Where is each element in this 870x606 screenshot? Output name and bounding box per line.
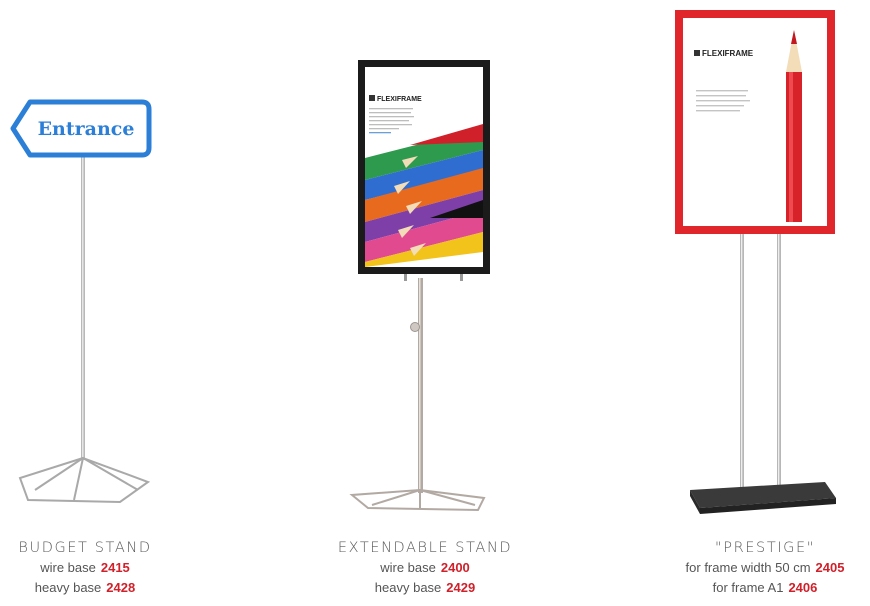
extendable-stand-caption: EXTENDABLE STAND wire base 2400 heavy bas… bbox=[310, 538, 540, 598]
sign-text: Entrance bbox=[38, 118, 135, 140]
brand-logo: FLEXIFRAME bbox=[702, 49, 754, 58]
option-line: heavy base 2428 bbox=[0, 578, 170, 598]
poster-frame: FLEXIFRAME bbox=[358, 60, 490, 274]
option-line: heavy base 2429 bbox=[310, 578, 540, 598]
budget-stand-image: Entrance bbox=[10, 99, 152, 504]
product-title: BUDGET STAND bbox=[18, 540, 152, 556]
option-line: wire base 2400 bbox=[310, 558, 540, 578]
entrance-sign: Entrance bbox=[10, 99, 152, 158]
product-prestige-stand: FLEXIFRAME "PRESTIGE" for frame width 50… bbox=[660, 0, 870, 606]
option-label: for frame width 50 cm bbox=[685, 560, 811, 575]
product-code: 2429 bbox=[446, 580, 476, 595]
product-code: 2428 bbox=[106, 580, 136, 595]
option-label: heavy base bbox=[34, 580, 102, 595]
option-line: for frame width 50 cm 2405 bbox=[660, 558, 870, 578]
product-code: 2415 bbox=[100, 560, 130, 575]
option-label: wire base bbox=[40, 560, 96, 575]
product-code: 2405 bbox=[815, 560, 845, 575]
adjust-knob bbox=[410, 322, 420, 332]
option-line: wire base 2415 bbox=[0, 558, 170, 578]
poster-frame: FLEXIFRAME bbox=[675, 10, 835, 234]
product-extendable-stand: FLEXIFRAME EXTENDABLE STAND wire base 24… bbox=[310, 0, 540, 606]
option-label: wire base bbox=[380, 560, 436, 575]
option-label: heavy base bbox=[374, 580, 442, 595]
heavy-base bbox=[690, 482, 836, 514]
wire-base bbox=[18, 456, 151, 504]
product-budget-stand: Entrance BUDGET STAND wire base 2415 heav… bbox=[0, 0, 170, 606]
product-code: 2406 bbox=[788, 580, 818, 595]
prestige-stand-image: FLEXIFRAME bbox=[675, 10, 836, 514]
prestige-stand-caption: "PRESTIGE" for frame width 50 cm 2405 for… bbox=[660, 538, 870, 598]
product-title: "PRESTIGE" bbox=[714, 540, 816, 556]
product-code: 2400 bbox=[440, 560, 470, 575]
option-line: for frame A1 2406 bbox=[660, 578, 870, 598]
budget-stand-caption: BUDGET STAND wire base 2415 heavy base 242… bbox=[0, 538, 170, 598]
brand-logo: FLEXIFRAME bbox=[377, 96, 422, 103]
option-label: for frame A1 bbox=[712, 580, 784, 595]
extendable-stand-image: FLEXIFRAME bbox=[349, 60, 490, 512]
product-title: EXTENDABLE STAND bbox=[337, 540, 513, 556]
